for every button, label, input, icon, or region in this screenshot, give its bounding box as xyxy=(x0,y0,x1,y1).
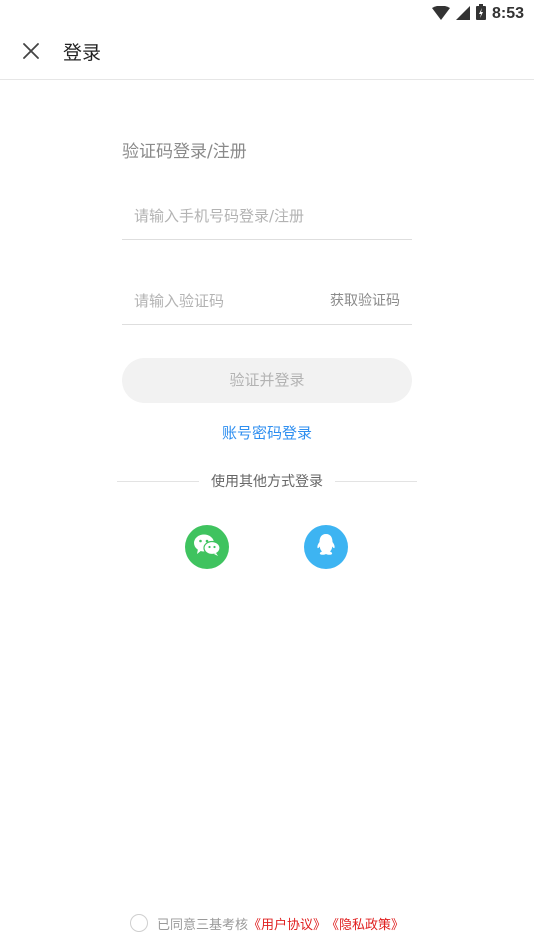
password-login-link[interactable]: 账号密码登录 xyxy=(222,424,312,442)
login-method-title: 验证码登录/注册 xyxy=(122,142,247,162)
wechat-login-button[interactable] xyxy=(185,525,229,569)
divider-line-right xyxy=(335,480,417,482)
cell-signal-icon xyxy=(455,5,470,24)
other-login-label: 使用其他方式登录 xyxy=(211,474,323,490)
status-time: 8:53 xyxy=(491,5,524,22)
login-screen: 8:53 登录 验证码登录/注册 获取验证码 验证并登录 账号密码登录 使用其他… xyxy=(0,0,534,950)
agreement-row: 已同意三基考核 《用户协议》 《隐私政策》 xyxy=(0,912,534,934)
divider-line-left xyxy=(117,480,199,482)
agreement-checkbox[interactable] xyxy=(129,914,148,932)
battery-icon xyxy=(475,4,486,24)
phone-field-container xyxy=(122,193,412,240)
app-header: 登录 xyxy=(0,28,534,80)
wifi-icon xyxy=(431,5,450,24)
password-login-row: 账号密码登录 xyxy=(0,421,534,445)
user-agreement-link[interactable]: 《用户协议》 xyxy=(248,914,326,933)
qq-login-button[interactable] xyxy=(304,525,348,569)
close-icon xyxy=(23,43,39,63)
phone-input[interactable] xyxy=(134,201,404,231)
close-button[interactable] xyxy=(18,40,44,66)
get-code-button[interactable]: 获取验证码 xyxy=(330,290,400,312)
code-field-container: 获取验证码 xyxy=(122,278,412,325)
status-icons: 8:53 xyxy=(431,4,524,24)
other-login-divider: 使用其他方式登录 xyxy=(117,469,417,493)
qq-icon xyxy=(315,533,337,561)
page-title: 登录 xyxy=(63,42,102,64)
status-bar: 8:53 xyxy=(0,0,534,28)
verify-login-button[interactable]: 验证并登录 xyxy=(122,358,412,403)
wechat-icon xyxy=(193,533,221,561)
agreement-text: 已同意三基考核 xyxy=(156,917,248,933)
privacy-policy-link[interactable]: 《隐私政策》 xyxy=(326,914,404,933)
verification-code-input[interactable] xyxy=(134,286,314,316)
